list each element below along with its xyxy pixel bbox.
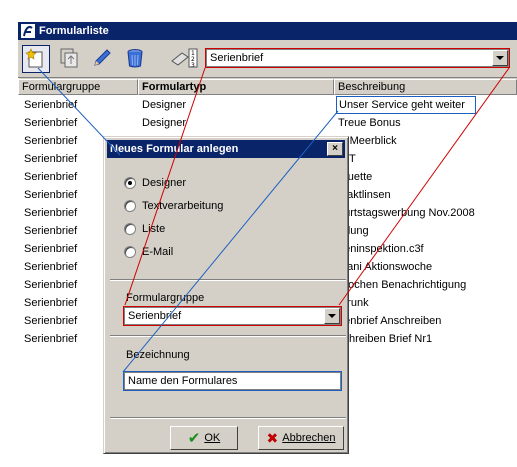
table-cell: ntrunk <box>338 297 369 309</box>
table-cell: Designer <box>142 117 187 129</box>
table-cell: rouette <box>338 171 373 183</box>
ok-button[interactable]: ✔ OK <box>170 426 238 450</box>
chevron-down-icon[interactable] <box>324 308 340 324</box>
option-email-label: E-Mail <box>142 246 174 258</box>
table-cell: burtstagswerbung Nov.2008 <box>338 207 475 219</box>
option-textverarbeitung-label: Textverarbeitung <box>142 200 224 212</box>
table-cell: Designer <box>142 99 187 111</box>
table-cell: Serienbrief <box>24 117 78 129</box>
ok-label: OK <box>204 432 221 444</box>
delete-form-button[interactable] <box>121 45 149 73</box>
sort-123-icon: 123 <box>170 47 200 72</box>
table-header: Formulargruppe Formulartyp Beschreibung <box>18 79 517 95</box>
radio-designer[interactable] <box>124 177 136 189</box>
option-liste-label: Liste <box>142 223 166 235</box>
table-cell: Treue Bonus <box>338 117 401 129</box>
column-header-beschreibung[interactable]: Beschreibung <box>334 79 517 95</box>
table-cell: adung <box>338 225 369 237</box>
edit-form-button[interactable] <box>88 45 116 73</box>
copy-icon <box>58 47 80 72</box>
dialog-title: Neues Formular anlegen × <box>107 140 345 158</box>
table-cell: Wochen Benachrichtigung <box>338 279 467 291</box>
svg-text:3: 3 <box>191 62 195 69</box>
radio-liste[interactable] <box>124 223 136 235</box>
option-designer-label: Designer <box>142 177 187 189</box>
table-cell: ntaktlinsen <box>338 189 391 201</box>
copy-form-button[interactable] <box>55 45 83 73</box>
column-header-formulargruppe[interactable]: Formulargruppe <box>18 79 138 95</box>
table-cell: rienbrief Anschreiben <box>338 315 442 327</box>
divider <box>110 335 346 337</box>
sort-button[interactable]: 123 <box>168 45 202 73</box>
window-title: Formularliste <box>39 25 109 37</box>
chevron-down-icon[interactable] <box>492 50 508 66</box>
filter-value: Serienbrief <box>210 52 264 64</box>
radio-email[interactable] <box>124 246 136 258</box>
table-cell: Serienbrief <box>24 99 78 111</box>
divider <box>110 279 346 281</box>
table-cell: mani Aktionswoche <box>338 261 433 273</box>
name-label: Bezeichnung <box>126 349 190 361</box>
option-textverarbeitung[interactable]: Textverarbeitung <box>124 197 223 215</box>
option-email[interactable]: E-Mail <box>124 243 173 261</box>
table-cell: st Meerblick <box>338 135 397 147</box>
table-row[interactable]: Serienbrief Designer Treue Bonus <box>18 114 517 132</box>
dialog-title-text: Neues Formular anlegen <box>110 143 239 155</box>
table-cell: RIT <box>338 150 513 168</box>
table-cell: Unser Service geht weiter <box>336 96 476 114</box>
option-designer[interactable]: Designer <box>124 174 186 192</box>
divider <box>110 417 346 419</box>
form-name-input[interactable]: Name den Formulares <box>123 371 342 391</box>
cancel-label: Abbrechen <box>282 432 336 444</box>
new-form-dialog: Neues Formular anlegen × Designer Textve… <box>103 136 349 454</box>
cancel-x-icon: ✖ <box>266 429 279 446</box>
table-cell: deninspektion.c3f <box>338 243 424 255</box>
option-liste[interactable]: Liste <box>124 220 165 238</box>
form-group-filter-select[interactable]: Serienbrief <box>205 48 510 68</box>
trash-icon <box>124 47 146 72</box>
window-titlebar: Formularliste <box>18 22 517 40</box>
column-header-formulartyp[interactable]: Formulartyp <box>138 79 334 95</box>
cancel-button[interactable]: ✖ Abbrechen <box>258 426 344 450</box>
radio-textverarbeitung[interactable] <box>124 200 136 212</box>
form-group-value: Serienbrief <box>128 310 182 322</box>
pencil-icon <box>91 47 113 72</box>
close-icon[interactable]: × <box>327 142 343 156</box>
form-group-select[interactable]: Serienbrief <box>123 306 342 326</box>
app-logo-icon <box>21 24 35 38</box>
new-star-icon <box>25 47 47 72</box>
check-icon: ✔ <box>187 430 201 447</box>
table-cell: schreiben Brief Nr1 <box>338 333 433 345</box>
new-form-button[interactable] <box>22 45 50 73</box>
table-row[interactable]: Serienbrief Designer Unser Service geht we… <box>18 96 517 114</box>
form-group-label: Formulargruppe <box>126 292 205 304</box>
